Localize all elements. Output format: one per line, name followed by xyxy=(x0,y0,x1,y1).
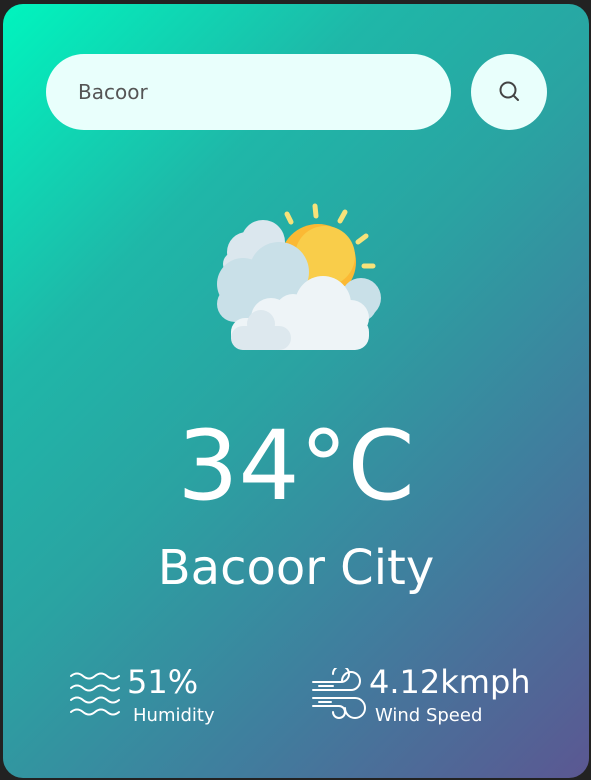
humidity-stat: 51% Humidity xyxy=(69,660,249,730)
humidity-label: Humidity xyxy=(133,705,215,726)
search-input[interactable] xyxy=(46,54,451,130)
wind-label: Wind Speed xyxy=(375,705,483,726)
search-bar xyxy=(46,54,547,130)
wind-value: 4.12kmph xyxy=(369,663,531,701)
wind-icon xyxy=(311,665,367,724)
search-button[interactable] xyxy=(471,54,547,130)
humidity-icon xyxy=(69,668,121,722)
city-name: Bacoor City xyxy=(157,540,435,596)
temperature: 34°C xyxy=(177,410,415,522)
humidity-value: 51% xyxy=(127,663,199,701)
partly-cloudy-icon xyxy=(211,200,381,350)
weather-card: 34°C Bacoor City 51% Humidity xyxy=(3,4,589,778)
wind-stat: 4.12kmph Wind Speed xyxy=(311,660,541,730)
search-icon xyxy=(498,80,520,105)
